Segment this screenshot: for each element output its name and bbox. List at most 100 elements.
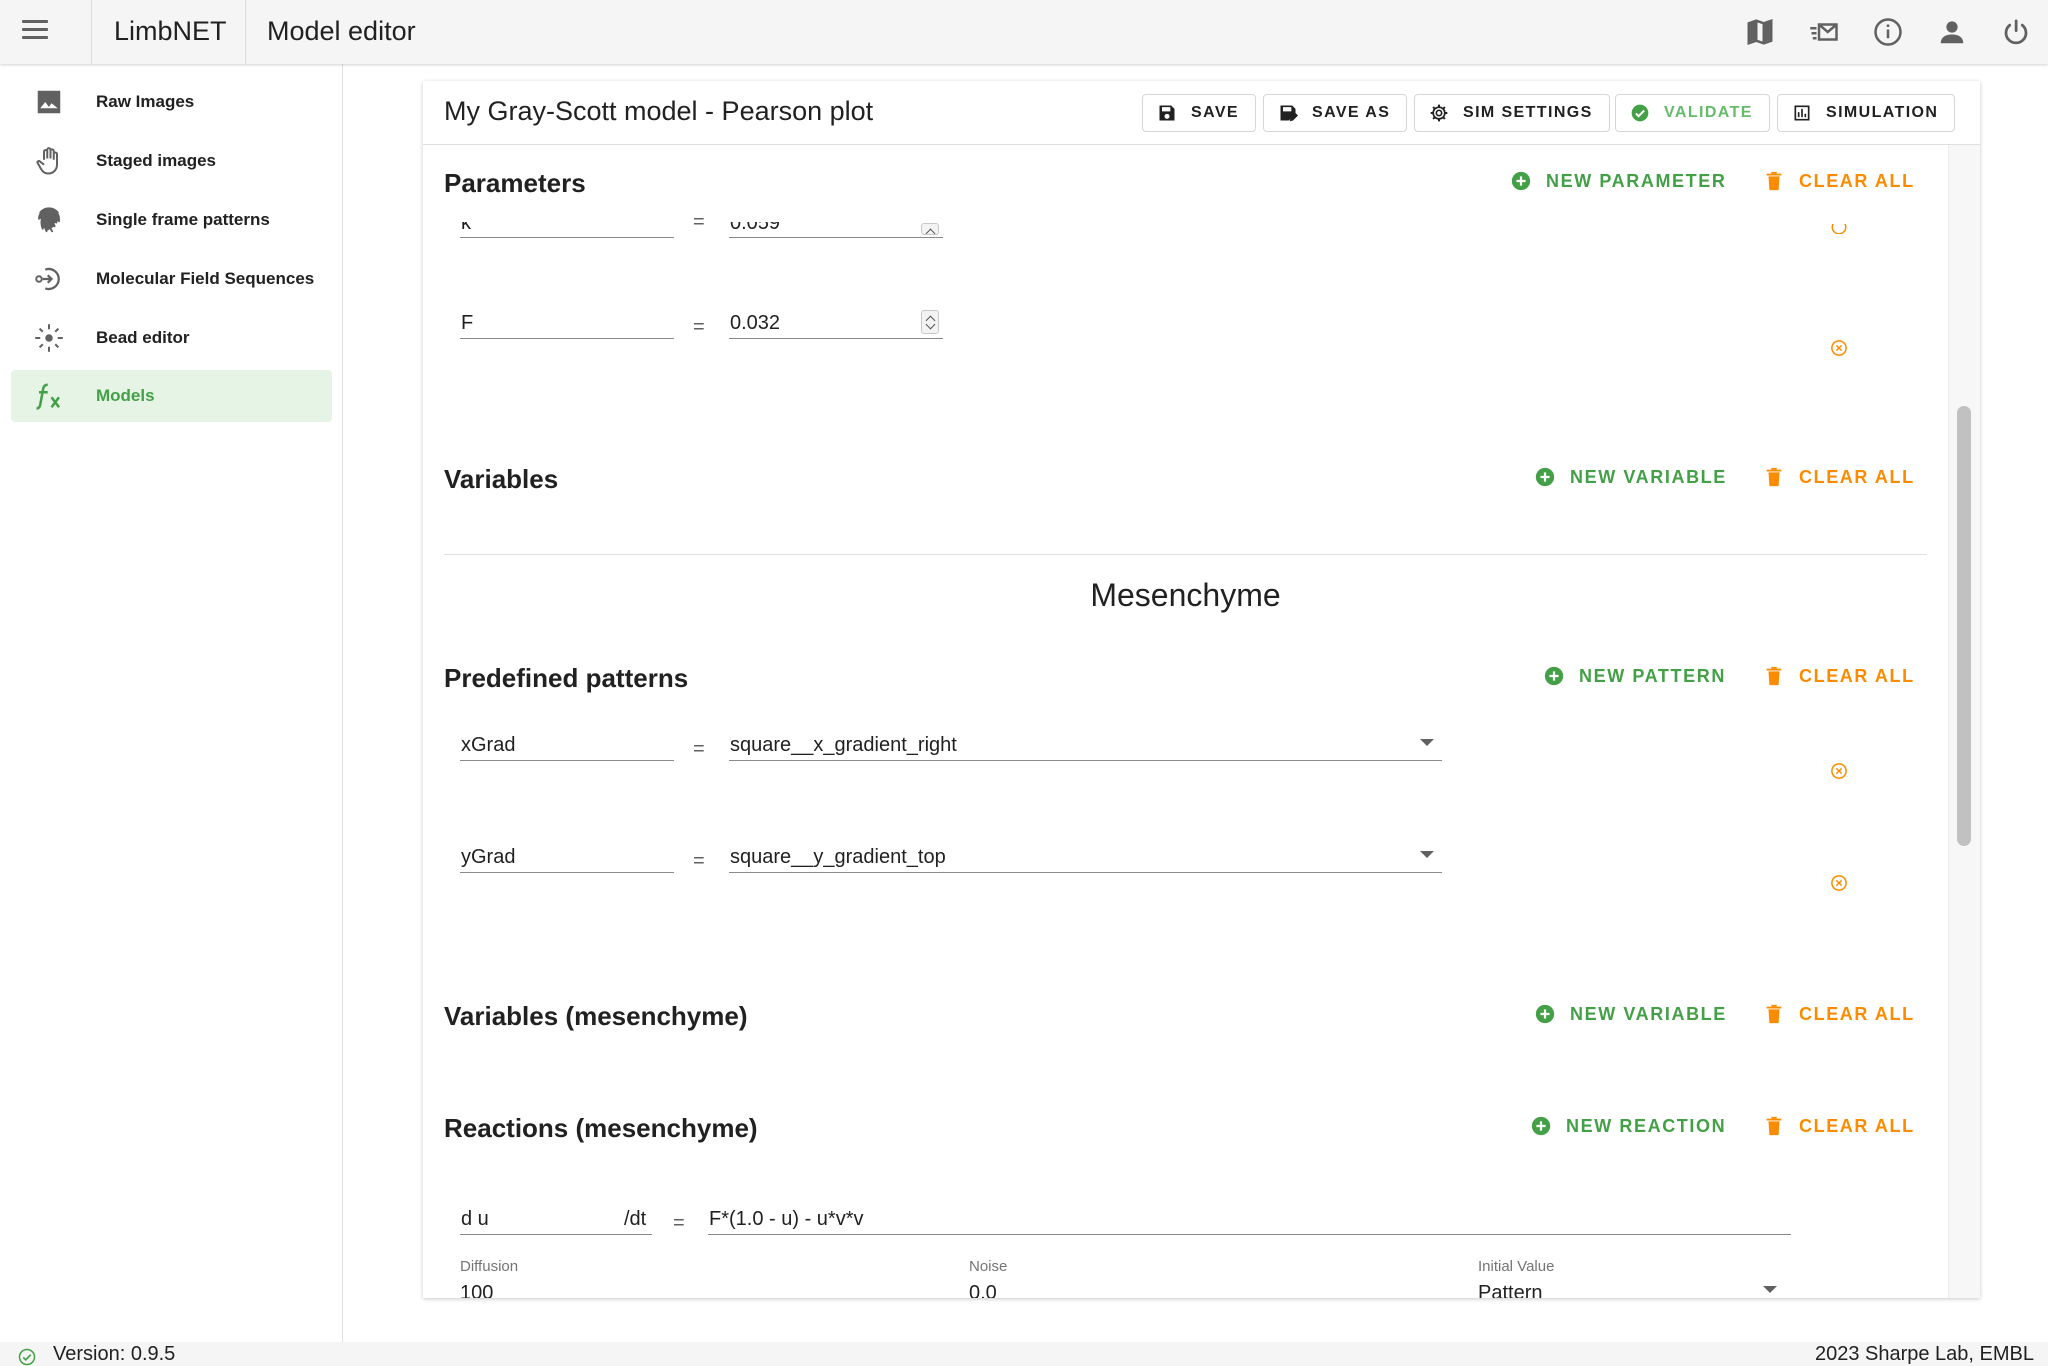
new-pattern-label: NEW PATTERN: [1579, 665, 1726, 686]
sidebar: Raw Images Staged images Single frame pa…: [0, 64, 343, 1342]
clear-all-label: CLEAR ALL: [1799, 466, 1915, 487]
add-circle-icon: [1544, 666, 1564, 686]
reaction-lhs-field[interactable]: d u /dt: [460, 1201, 652, 1235]
floppy-icon: [1159, 105, 1175, 121]
equals-sign: =: [693, 211, 705, 225]
clear-parameters-button[interactable]: CLEAR ALL: [1763, 170, 1915, 192]
check-circle-icon: [1631, 104, 1649, 122]
save-button[interactable]: SAVE: [1142, 94, 1256, 132]
check-circle-icon: [18, 1348, 36, 1366]
sidebar-item-label: Models: [96, 386, 155, 405]
trash-icon: [1766, 666, 1782, 686]
new-variable-mesenchyme-button[interactable]: NEW VARIABLE: [1534, 1003, 1727, 1025]
menu-icon[interactable]: [22, 20, 48, 44]
equals-sign: =: [693, 738, 705, 760]
clear-patterns-button[interactable]: CLEAR ALL: [1763, 665, 1915, 687]
pattern-name-field[interactable]: yGrad: [460, 839, 674, 873]
sidebar-item-staged-images[interactable]: Staged images: [11, 135, 332, 187]
appbar-actions: [1728, 14, 2048, 50]
info-icon[interactable]: [1856, 14, 1920, 50]
pattern-name: yGrad: [461, 846, 516, 868]
clear-variables-button[interactable]: CLEAR ALL: [1763, 466, 1915, 488]
initial-value-select[interactable]: Pattern: [1478, 1282, 1542, 1298]
stepper-icon[interactable]: [921, 223, 939, 235]
bead-icon: [23, 322, 75, 354]
model-name: My Gray-Scott model - Pearson plot: [444, 96, 874, 126]
sidebar-item-label: Staged images: [96, 151, 216, 170]
dropdown-arrow-icon: [1420, 739, 1434, 746]
new-variable-label: NEW VARIABLE: [1570, 466, 1727, 487]
sim-settings-button[interactable]: SIM SETTINGS: [1414, 94, 1610, 132]
parameter-name: k: [461, 222, 471, 234]
sidebar-item-raw-images[interactable]: Raw Images: [11, 76, 332, 128]
new-variable-button[interactable]: NEW VARIABLE: [1534, 466, 1727, 488]
map-icon[interactable]: [1728, 14, 1792, 50]
sidebar-item-bead-editor[interactable]: Bead editor: [11, 312, 332, 364]
reaction-rhs: F*(1.0 - u) - u*v*v: [709, 1208, 864, 1230]
version-text: Version: 0.9.5: [53, 1343, 176, 1365]
pattern-value: square__y_gradient_top: [730, 846, 946, 868]
reaction-rhs-field[interactable]: F*(1.0 - u) - u*v*v: [708, 1201, 1791, 1235]
pattern-select[interactable]: square__x_gradient_right: [729, 727, 1442, 761]
diffusion-input[interactable]: 100: [460, 1282, 493, 1298]
variables-title: Variables: [444, 464, 559, 494]
clear-all-label: CLEAR ALL: [1799, 1003, 1915, 1024]
noise-label: Noise: [969, 1258, 1008, 1275]
account-icon[interactable]: [1920, 14, 1984, 50]
remove-circle-icon[interactable]: [1830, 874, 1848, 892]
appbar-divider: [245, 0, 246, 64]
dropdown-arrow-icon: [1763, 1286, 1777, 1293]
sim-settings-label: SIM SETTINGS: [1463, 104, 1593, 121]
new-reaction-button[interactable]: NEW REACTION: [1530, 1115, 1726, 1137]
power-icon[interactable]: [1984, 14, 2048, 50]
pattern-value: square__x_gradient_right: [730, 734, 957, 756]
parameter-name-field[interactable]: k: [460, 222, 674, 238]
save-as-label: SAVE AS: [1312, 104, 1391, 121]
new-pattern-button[interactable]: NEW PATTERN: [1543, 665, 1726, 687]
mail-icon[interactable]: [1792, 14, 1856, 50]
validate-button[interactable]: VALIDATE: [1615, 94, 1770, 132]
chart-icon: [1794, 105, 1810, 121]
initial-value-label: Initial Value: [1478, 1258, 1555, 1275]
remove-circle-icon[interactable]: [1830, 224, 1848, 234]
footer: Version: 0.9.5 2023 Sharpe Lab, EMBL: [0, 1342, 2048, 1366]
app-bar: LimbNET Model editor: [0, 0, 2048, 64]
diffusion-label: Diffusion: [460, 1258, 519, 1275]
hand-icon: [23, 145, 75, 177]
parameter-value-field[interactable]: 0.032: [729, 305, 943, 339]
parameter-value: 0.032: [730, 312, 781, 334]
clear-all-label: CLEAR ALL: [1799, 170, 1915, 191]
per-dt-label: /dt: [624, 1208, 647, 1230]
save-as-button[interactable]: SAVE AS: [1263, 94, 1408, 132]
new-parameter-label: NEW PARAMETER: [1546, 170, 1727, 191]
equals-sign: =: [693, 316, 705, 338]
stepper-icon[interactable]: [921, 310, 939, 334]
scrollbar-thumb[interactable]: [1957, 406, 1971, 846]
image-icon: [23, 86, 75, 118]
new-parameter-button[interactable]: NEW PARAMETER: [1510, 170, 1726, 192]
remove-circle-icon[interactable]: [1830, 762, 1848, 780]
sidebar-item-molecular-field-sequences[interactable]: Molecular Field Sequences: [11, 253, 332, 305]
noise-input[interactable]: 0.0: [969, 1282, 997, 1298]
pattern-select[interactable]: square__y_gradient_top: [729, 839, 1442, 873]
sidebar-item-label: Bead editor: [96, 328, 190, 347]
section-divider: [444, 554, 1927, 555]
clear-variables-mesenchyme-button[interactable]: CLEAR ALL: [1763, 1003, 1915, 1025]
parameter-name-field[interactable]: F: [460, 305, 674, 339]
remove-circle-icon[interactable]: [1830, 339, 1848, 357]
parameter-value-field[interactable]: 0.059: [729, 222, 943, 238]
save-label: SAVE: [1191, 104, 1239, 121]
reaction-lhs: d u: [461, 1208, 489, 1230]
patterns-title: Predefined patterns: [444, 663, 689, 693]
sidebar-item-single-frame-patterns[interactable]: Single frame patterns: [11, 194, 332, 246]
clear-reactions-button[interactable]: CLEAR ALL: [1763, 1115, 1915, 1137]
sidebar-item-models[interactable]: Models: [11, 370, 332, 422]
pattern-name-field[interactable]: xGrad: [460, 727, 674, 761]
clear-all-label: CLEAR ALL: [1799, 1115, 1915, 1136]
variables-mesenchyme-title: Variables (mesenchyme): [444, 1001, 748, 1031]
page-title: Model editor: [267, 16, 416, 46]
credit-text: 2023 Sharpe Lab, EMBL: [1814, 1343, 2034, 1365]
trash-icon: [1766, 1116, 1782, 1136]
simulation-button[interactable]: SIMULATION: [1777, 94, 1956, 132]
sidebar-item-label: Single frame patterns: [96, 210, 270, 229]
